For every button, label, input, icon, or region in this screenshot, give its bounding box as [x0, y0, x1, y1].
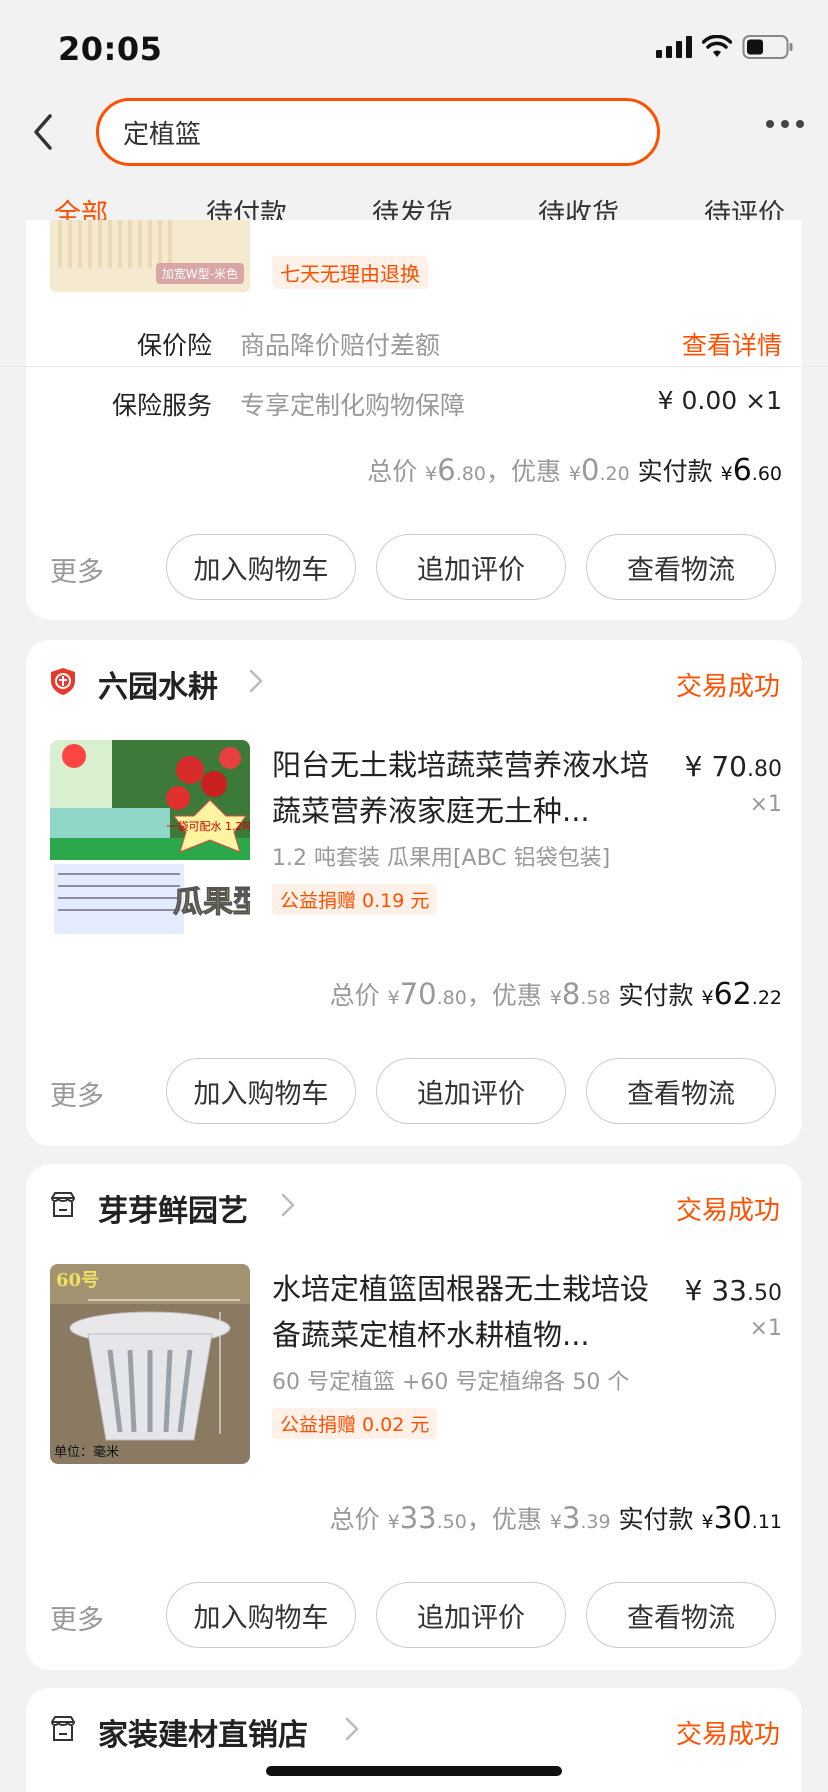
charity-badge: 公益捐赠 0.19 元 — [272, 884, 438, 915]
chevron-right-icon — [345, 1717, 359, 1741]
charity-badge: 公益捐赠 0.02 元 — [272, 1408, 438, 1439]
view-details-link[interactable]: 查看详情 — [682, 326, 782, 362]
view-logistics-button[interactable]: 查看物流 — [586, 534, 776, 600]
product-title[interactable]: 阳台无土栽培蔬菜营养液水培蔬菜营养液家庭无土种... — [272, 742, 652, 834]
order-totals: 总价 ¥70.80，优惠 ¥8.58 实付款 ¥62.22 — [329, 977, 782, 1012]
add-to-cart-button[interactable]: 加入购物车 — [166, 1058, 356, 1124]
view-logistics-button[interactable]: 查看物流 — [586, 1058, 776, 1124]
order-status: 交易成功 — [675, 1196, 780, 1226]
product-quantity: ×1 — [749, 792, 782, 817]
shop-header[interactable]: 芽芽鲜园艺 交易成功 — [26, 1164, 802, 1248]
divider — [0, 366, 828, 367]
order-status: 交易成功 — [675, 1720, 780, 1750]
order-card: 家装建材直销店 交易成功 — [26, 1688, 802, 1792]
shop-name: 家装建材直销店 — [98, 1718, 308, 1753]
return-policy-badge: 七天无理由退换 — [272, 256, 428, 289]
order-totals: 总价 ¥6.80，优惠 ¥0.20 实付款 ¥6.60 — [367, 453, 782, 488]
svg-text:一袋可配水 1.2吨: 一袋可配水 1.2吨 — [167, 819, 251, 833]
order-actions: 更多 加入购物车 追加评价 查看物流 — [26, 1058, 802, 1128]
product-quantity: ×1 — [749, 1316, 782, 1341]
svg-text:单位：毫米: 单位：毫米 — [54, 1444, 119, 1460]
shop-name: 六园水耕 — [98, 670, 218, 705]
status-time: 20:05 — [58, 30, 163, 68]
more-link[interactable]: 更多 — [50, 550, 104, 589]
insurance-label: 保险服务 — [111, 391, 212, 420]
more-link[interactable]: 更多 — [50, 1074, 104, 1113]
svg-text:瓜果型: 瓜果型 — [173, 885, 250, 920]
product-image[interactable]: 一袋可配水 1.2吨 瓜果型 — [50, 740, 250, 940]
search-box[interactable] — [96, 98, 660, 166]
price-protection-desc: 商品降价赔付差额 — [240, 331, 441, 360]
status-icons — [656, 34, 794, 60]
more-options-icon[interactable] — [766, 120, 804, 128]
price-protection-row: 保价险 商品降价赔付差额 查看详情 — [26, 312, 802, 372]
more-link[interactable]: 更多 — [50, 1598, 104, 1637]
product-price: ¥ 33.50 — [684, 1274, 782, 1307]
order-card: 芽芽鲜园艺 交易成功 60号 单位：毫米 水培定植篮固根器无土栽培设备蔬菜定植杯… — [26, 1164, 802, 1670]
home-indicator — [266, 1766, 562, 1776]
product-image[interactable]: 加宽W型-米色 — [50, 220, 250, 292]
add-review-button[interactable]: 追加评价 — [376, 1058, 566, 1124]
shop-header[interactable]: 六园水耕 交易成功 — [26, 640, 802, 724]
add-to-cart-button[interactable]: 加入购物车 — [166, 1582, 356, 1648]
cellular-signal-icon — [656, 36, 692, 58]
chevron-right-icon — [281, 1193, 295, 1217]
add-to-cart-button[interactable]: 加入购物车 — [166, 534, 356, 600]
enterprise-shield-icon — [51, 668, 75, 695]
order-actions: 更多 加入购物车 追加评价 查看物流 — [26, 534, 802, 604]
chevron-right-icon — [249, 669, 263, 693]
insurance-price: ¥ 0.00 ×1 — [657, 386, 782, 415]
add-review-button[interactable]: 追加评价 — [376, 1582, 566, 1648]
price-protection-label: 保价险 — [136, 331, 212, 360]
order-card: 六园水耕 交易成功 一袋可配水 1.2吨 瓜果型 阳台无土栽培蔬菜营养液水培蔬菜… — [26, 640, 802, 1146]
svg-text:60号: 60号 — [56, 1270, 99, 1291]
insurance-row: 保险服务 专享定制化购物保障 ¥ 0.00 ×1 — [26, 372, 802, 432]
back-arrow-icon[interactable] — [24, 110, 68, 154]
shop-name: 芽芽鲜园艺 — [98, 1194, 248, 1229]
product-price: ¥ 70.80 — [684, 750, 782, 783]
status-bar: 20:05 — [0, 0, 828, 96]
search-header — [0, 96, 828, 172]
product-spec: 60 号定植篮 +60 号定植绵各 50 个 — [272, 1370, 630, 1395]
store-icon — [51, 1192, 75, 1217]
battery-icon — [742, 35, 793, 59]
order-actions: 更多 加入购物车 追加评价 查看物流 — [26, 1582, 802, 1652]
add-review-button[interactable]: 追加评价 — [376, 534, 566, 600]
product-title[interactable]: 水培定植篮固根器无土栽培设备蔬菜定植杯水耕植物... — [272, 1266, 652, 1358]
view-logistics-button[interactable]: 查看物流 — [586, 1582, 776, 1648]
product-image[interactable]: 60号 单位：毫米 — [50, 1264, 250, 1464]
image-tag: 加宽W型-米色 — [155, 263, 244, 284]
shop-header[interactable]: 家装建材直销店 交易成功 — [26, 1688, 802, 1772]
order-card: 加宽W型-米色 七天无理由退换 保价险 商品降价赔付差额 查看详情 保险服务 专… — [26, 220, 802, 620]
insurance-desc: 专享定制化购物保障 — [240, 391, 466, 420]
product-spec: 1.2 吨套装 瓜果用[ABC 铝袋包装] — [272, 846, 611, 871]
store-icon — [51, 1716, 75, 1741]
order-status: 交易成功 — [675, 672, 780, 702]
order-totals: 总价 ¥33.50，优惠 ¥3.39 实付款 ¥30.11 — [329, 1501, 782, 1536]
search-input[interactable] — [123, 117, 657, 147]
wifi-icon — [702, 35, 732, 57]
